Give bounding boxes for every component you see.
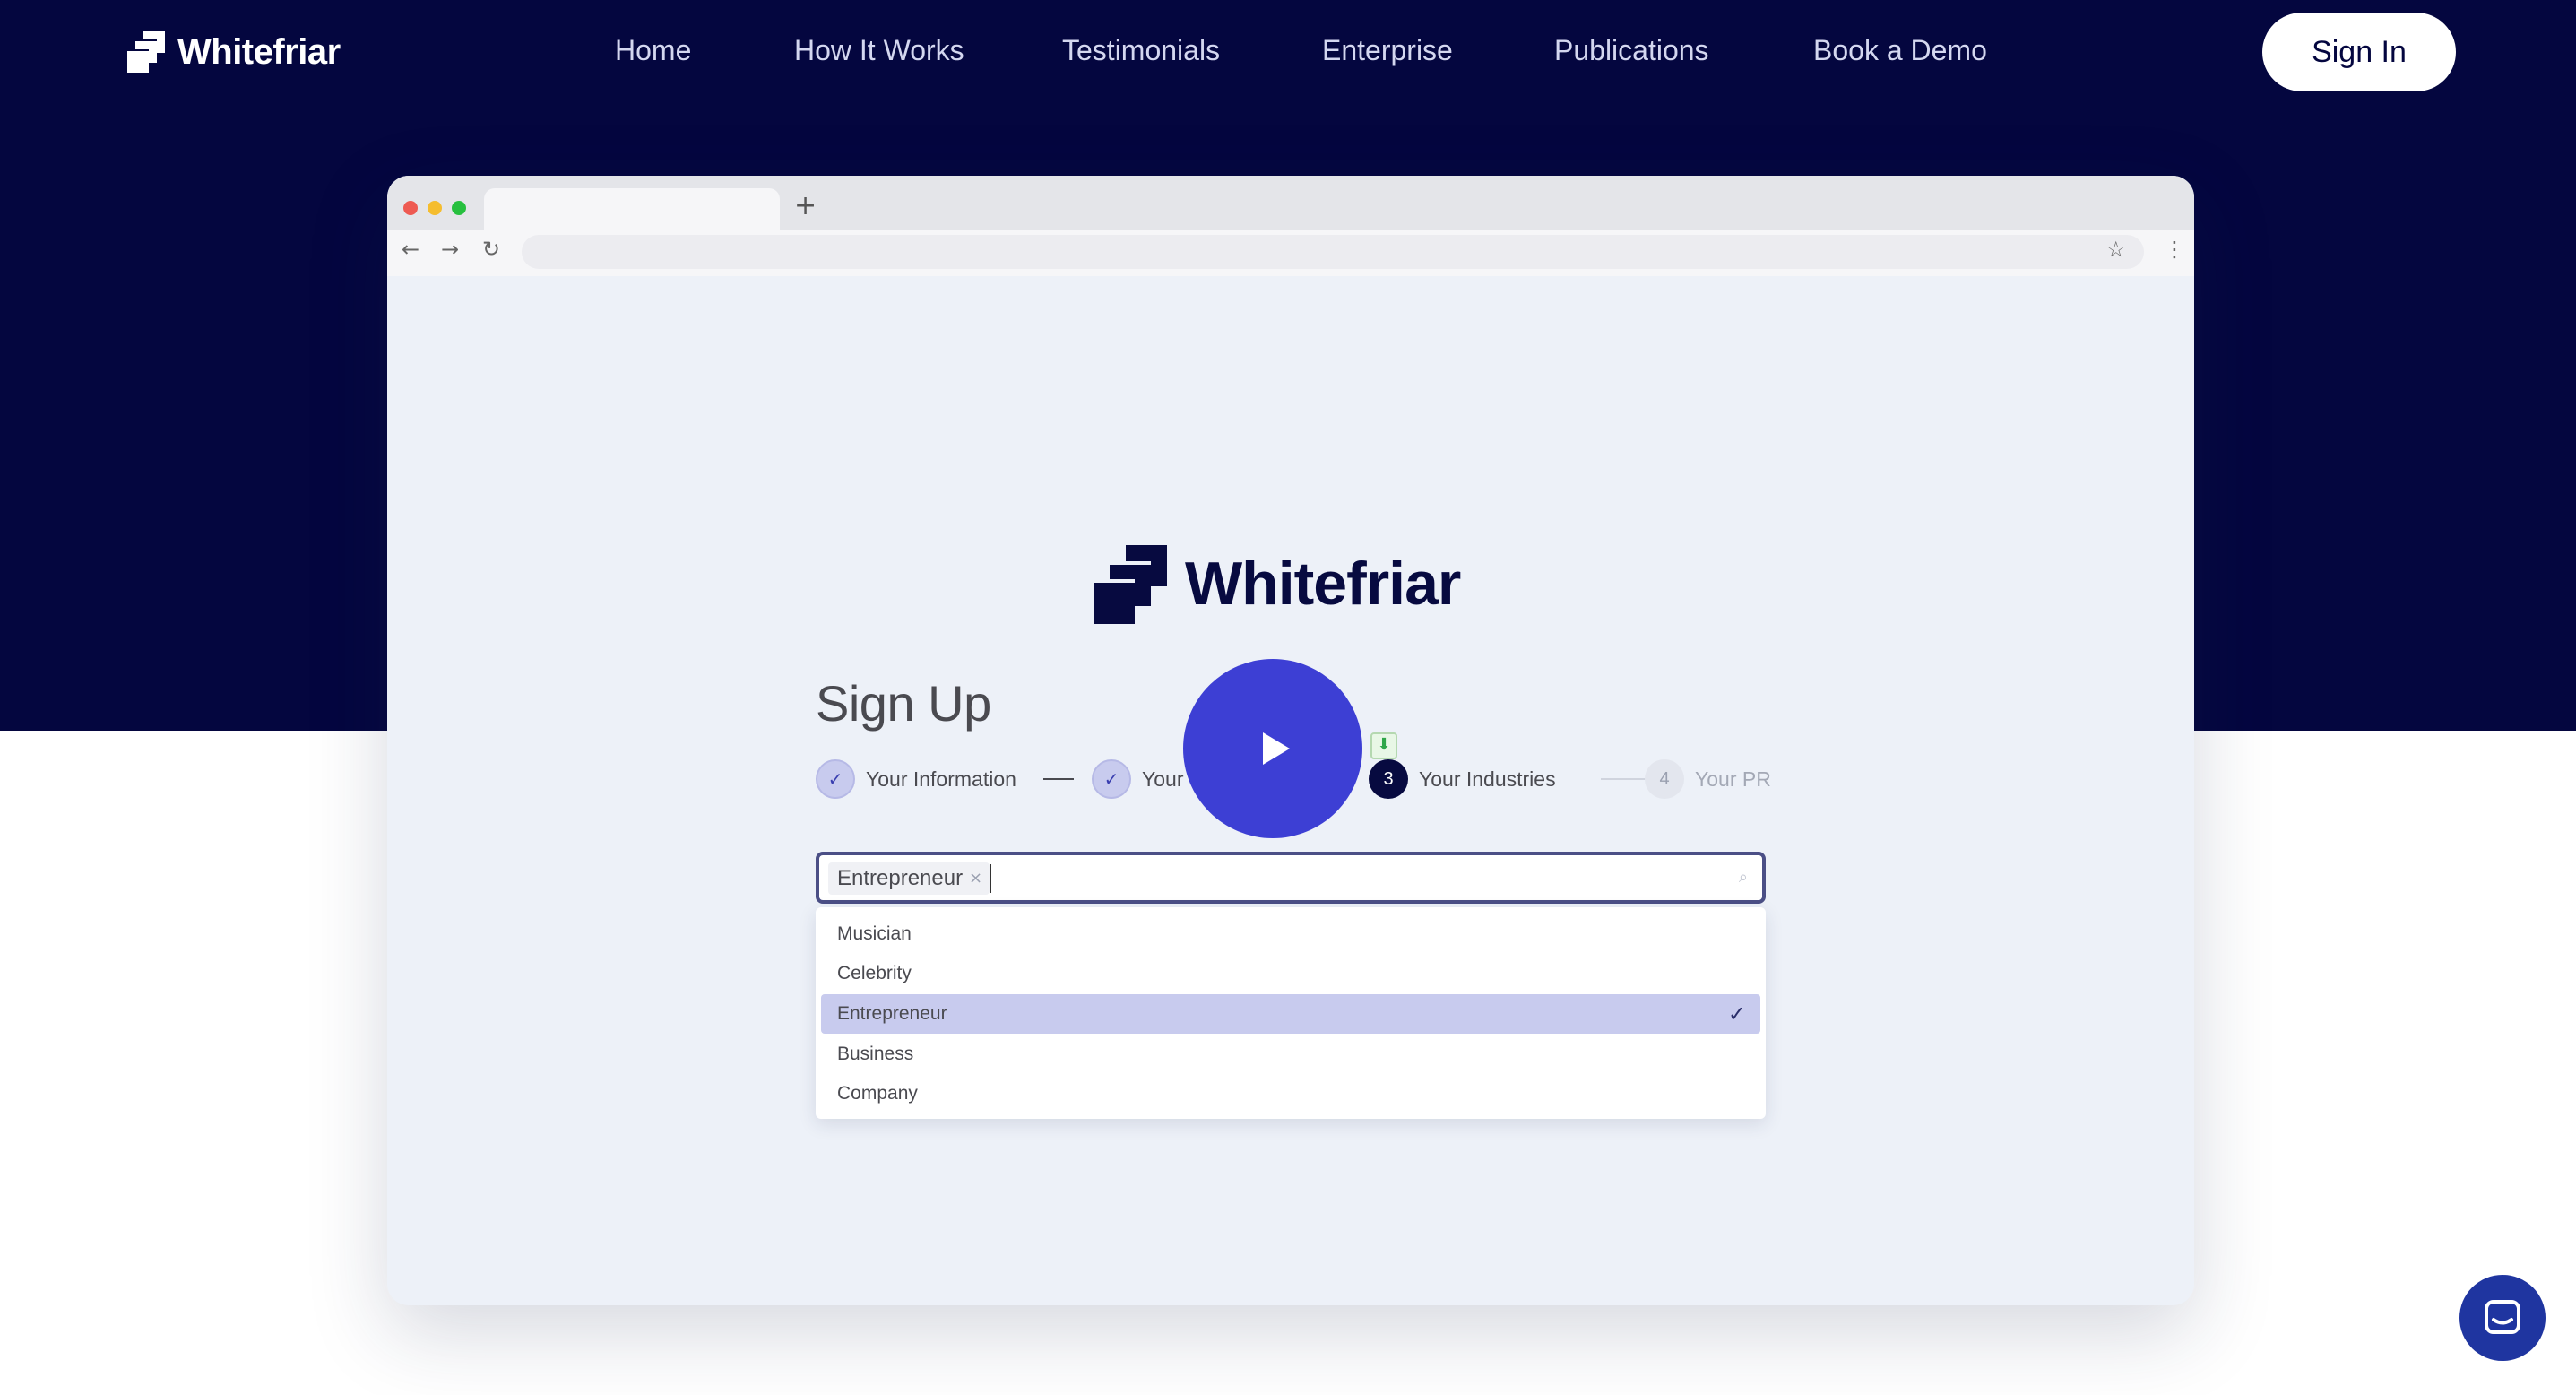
step-label: Your Industries	[1419, 767, 1556, 791]
browser-chrome: + ← → ↻ ☆ ⋮	[387, 176, 2194, 276]
step-your-industries[interactable]: 3 Your Industries	[1369, 758, 1556, 800]
option-business[interactable]: Business	[821, 1035, 1760, 1074]
check-icon: ✓	[1727, 1001, 1746, 1027]
browser-toolbar: ← → ↻ ☆ ⋮	[387, 230, 2194, 276]
step-your-pr[interactable]: 4 Your PR	[1645, 758, 1771, 800]
signup-logo: Whitefriar	[1088, 543, 1461, 624]
text-caret	[990, 864, 991, 893]
sign-in-button[interactable]: Sign In	[2262, 13, 2456, 91]
industry-search-input[interactable]: Entrepreneur × ⌕	[816, 852, 1766, 904]
reload-icon: ↻	[482, 237, 501, 262]
search-icon: ⌕	[1738, 868, 1748, 887]
step-number: 4	[1645, 759, 1684, 799]
option-label: Company	[837, 1083, 918, 1104]
chat-icon	[2485, 1300, 2520, 1334]
step-label: Your	[1142, 767, 1184, 791]
selected-chip: Entrepreneur ×	[828, 862, 990, 895]
step-connector	[1043, 778, 1074, 780]
play-icon	[1263, 732, 1290, 765]
address-bar	[522, 235, 2144, 269]
nav-testimonials[interactable]: Testimonials	[1062, 34, 1220, 67]
option-label: Celebrity	[837, 963, 912, 983]
option-entrepreneur[interactable]: Entrepreneur ✓	[821, 994, 1760, 1034]
page-title: Sign Up	[816, 675, 991, 732]
window-minimize-dot	[428, 201, 442, 215]
option-company[interactable]: Company	[821, 1074, 1760, 1113]
browser-menu-icon: ⋮	[2164, 237, 2185, 262]
browser-tab	[484, 188, 780, 230]
step-label: Your PR	[1695, 767, 1771, 791]
nav-links: Home How It Works Testimonials Enterpris…	[0, 34, 2576, 74]
chip-label: Entrepreneur	[837, 866, 964, 890]
option-label: Business	[837, 1044, 914, 1064]
chat-widget-button[interactable]	[2459, 1275, 2546, 1361]
top-navigation: Whitefriar Home How It Works Testimonial…	[0, 0, 2576, 108]
back-arrow-icon: ←	[402, 237, 420, 262]
option-label: Entrepreneur	[837, 1003, 947, 1024]
step-check-icon: ✓	[816, 759, 855, 799]
forward-arrow-icon: →	[441, 237, 460, 262]
option-celebrity[interactable]: Celebrity	[821, 954, 1760, 993]
new-tab-icon: +	[794, 190, 817, 221]
nav-book-a-demo[interactable]: Book a Demo	[1813, 34, 1987, 67]
step-connector	[1601, 778, 1646, 780]
play-video-button[interactable]	[1183, 659, 1362, 838]
industry-dropdown: Musician Celebrity Entrepreneur ✓ Busine…	[816, 907, 1766, 1119]
step-your-information[interactable]: ✓ Your Information	[816, 758, 1016, 800]
whitefriar-logo-icon	[1090, 545, 1167, 624]
download-icon[interactable]: ⬇	[1370, 732, 1397, 759]
window-maximize-dot	[452, 201, 466, 215]
option-musician[interactable]: Musician	[821, 914, 1760, 954]
step-number: 3	[1369, 759, 1408, 799]
nav-publications[interactable]: Publications	[1554, 34, 1709, 67]
window-close-dot	[403, 201, 418, 215]
option-label: Musician	[837, 923, 912, 944]
chip-remove-icon[interactable]: ×	[969, 862, 982, 895]
bookmark-star-icon: ☆	[2106, 237, 2126, 262]
nav-enterprise[interactable]: Enterprise	[1322, 34, 1453, 67]
signup-logo-text: Whitefriar	[1185, 550, 1461, 618]
nav-how-it-works[interactable]: How It Works	[794, 34, 964, 67]
step-label: Your Information	[866, 767, 1016, 791]
step-your[interactable]: ✓ Your	[1092, 758, 1183, 800]
nav-home[interactable]: Home	[615, 34, 691, 67]
step-check-icon: ✓	[1092, 759, 1131, 799]
browser-mockup: + ← → ↻ ☆ ⋮ Whitefriar Sign Up ✓ Your In…	[387, 176, 2194, 1305]
